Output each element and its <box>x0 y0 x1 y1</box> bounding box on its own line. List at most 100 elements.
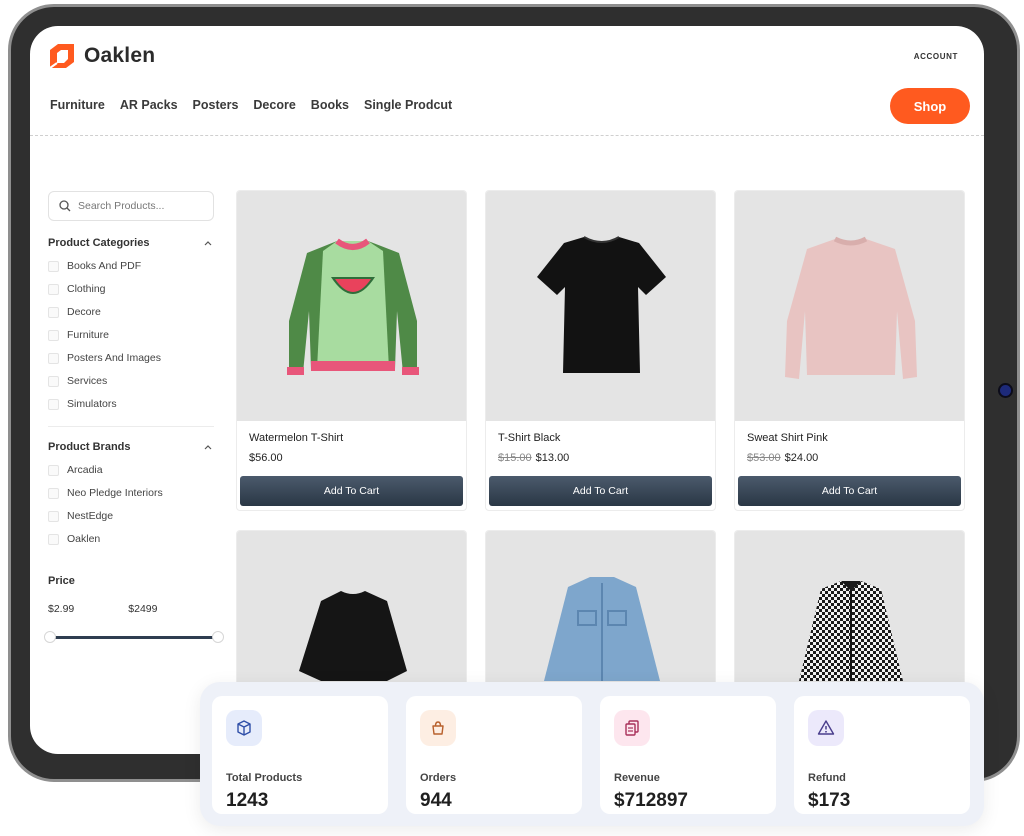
bag-icon <box>420 710 456 746</box>
stat-card-revenue[interactable]: Revenue $712897 <box>600 696 776 814</box>
category-simulators[interactable]: Simulators <box>48 398 214 410</box>
price-title: Price <box>48 575 75 587</box>
stats-panel: Total Products 1243 Orders 944 Revenue $… <box>200 682 984 826</box>
product-card[interactable]: Sweat Shirt Pink $53.00 $24.00 Add To Car… <box>734 190 965 511</box>
search-box[interactable] <box>48 191 214 221</box>
checkbox[interactable] <box>48 283 59 295</box>
brand-arcadia[interactable]: Arcadia <box>48 464 214 476</box>
checkbox[interactable] <box>48 398 59 410</box>
category-label: Simulators <box>67 398 117 410</box>
product-card[interactable] <box>236 530 467 690</box>
checkbox[interactable] <box>48 510 59 522</box>
product-name[interactable]: Watermelon T-Shirt <box>249 432 466 444</box>
stat-value: 944 <box>420 790 452 811</box>
product-old-price: $15.00 <box>498 452 532 464</box>
nav-item-books[interactable]: Books <box>311 98 349 112</box>
stat-label: Total Products <box>226 772 303 784</box>
price-min: $2.99 <box>48 603 75 615</box>
price-max: $2499 <box>128 603 158 615</box>
brand-neo-pledge-interiors[interactable]: Neo Pledge Interiors <box>48 487 214 499</box>
checkbox[interactable] <box>48 533 59 545</box>
checkbox[interactable] <box>48 260 59 272</box>
category-label: Decore <box>67 306 101 318</box>
product-image[interactable] <box>237 191 466 421</box>
header-divider <box>30 135 984 136</box>
category-label: Services <box>67 375 108 387</box>
category-books-and-pdf[interactable]: Books And PDF <box>48 260 214 272</box>
checkbox[interactable] <box>48 352 59 364</box>
categories-title: Product Categories <box>48 237 150 249</box>
stat-label: Orders <box>420 772 457 784</box>
stat-card-orders[interactable]: Orders 944 <box>406 696 582 814</box>
add-to-cart-button[interactable]: Add To Cart <box>489 476 712 506</box>
nav-item-furniture[interactable]: Furniture <box>50 98 105 112</box>
product-current-price: $13.00 <box>535 452 570 464</box>
category-clothing[interactable]: Clothing <box>48 283 214 295</box>
categories-header[interactable]: Product Categories <box>48 237 214 249</box>
nav-item-decore[interactable]: Decore <box>253 98 295 112</box>
checkbox[interactable] <box>48 306 59 318</box>
houndstooth-jacket-image <box>799 581 903 681</box>
box-icon <box>226 710 262 746</box>
tablet-screen: Oaklen ACCOUNT Furniture AR Packs Poster… <box>30 26 984 754</box>
product-card[interactable] <box>734 530 965 690</box>
checkbox[interactable] <box>48 464 59 476</box>
brand-nestedge[interactable]: NestEdge <box>48 510 214 522</box>
nav-item-single-product[interactable]: Single Prodcut <box>364 98 452 112</box>
slider-min-handle[interactable] <box>44 631 56 643</box>
slider-track <box>54 636 214 639</box>
search-icon <box>59 200 71 212</box>
document-icon <box>614 710 650 746</box>
checkbox[interactable] <box>48 487 59 499</box>
product-name[interactable]: T-Shirt Black <box>498 432 715 444</box>
slider-max-handle[interactable] <box>212 631 224 643</box>
chevron-up-icon[interactable] <box>202 441 214 453</box>
category-decore[interactable]: Decore <box>48 306 214 318</box>
chevron-up-icon[interactable] <box>202 237 214 249</box>
checkbox[interactable] <box>48 375 59 387</box>
brand-oaklen[interactable]: Oaklen <box>48 533 214 545</box>
product-card[interactable]: Watermelon T-Shirt $56.00 Add To Cart <box>236 190 467 511</box>
checkbox[interactable] <box>48 329 59 341</box>
black-sweater-image <box>299 591 407 681</box>
product-name[interactable]: Sweat Shirt Pink <box>747 432 964 444</box>
stat-card-refund[interactable]: Refund $173 <box>794 696 970 814</box>
product-card[interactable] <box>485 530 716 690</box>
warning-icon <box>808 710 844 746</box>
product-image[interactable] <box>486 191 715 421</box>
product-image[interactable] <box>735 191 964 421</box>
stat-value: 1243 <box>226 790 269 811</box>
add-to-cart-button[interactable]: Add To Cart <box>240 476 463 506</box>
category-services[interactable]: Services <box>48 375 214 387</box>
product-old-price: $53.00 <box>747 452 781 464</box>
product-image[interactable] <box>486 531 715 689</box>
account-link[interactable]: ACCOUNT <box>914 52 958 61</box>
main-nav: Furniture AR Packs Posters Decore Books … <box>50 98 452 112</box>
watermelon-sweater-image <box>287 238 419 375</box>
filter-sidebar: Product Categories Books And PDF Clothin… <box>44 191 224 643</box>
add-to-cart-button[interactable]: Add To Cart <box>738 476 961 506</box>
brands-header[interactable]: Product Brands <box>48 441 214 453</box>
nav-item-posters[interactable]: Posters <box>193 98 239 112</box>
oaklen-logo-icon <box>49 44 74 69</box>
search-input[interactable] <box>78 200 208 212</box>
product-price: $53.00 $24.00 <box>747 452 964 464</box>
category-posters-and-images[interactable]: Posters And Images <box>48 352 214 364</box>
product-card[interactable]: T-Shirt Black $15.00 $13.00 Add To Cart <box>485 190 716 511</box>
category-label: Clothing <box>67 283 106 295</box>
product-image[interactable] <box>735 531 964 689</box>
product-current-price: $56.00 <box>249 452 283 464</box>
brand-name: Oaklen <box>84 44 156 67</box>
black-tshirt-image <box>537 236 666 373</box>
stat-card-total-products[interactable]: Total Products 1243 <box>212 696 388 814</box>
price-slider[interactable] <box>44 631 224 643</box>
brand-label: Oaklen <box>67 533 101 545</box>
stat-label: Refund <box>808 772 846 784</box>
brands-title: Product Brands <box>48 441 131 453</box>
camera-dot <box>1000 385 1011 396</box>
nav-item-ar-packs[interactable]: AR Packs <box>120 98 178 112</box>
shop-button[interactable]: Shop <box>890 88 970 124</box>
brand-logo[interactable]: Oaklen <box>48 42 155 70</box>
product-image[interactable] <box>237 531 466 689</box>
category-furniture[interactable]: Furniture <box>48 329 214 341</box>
